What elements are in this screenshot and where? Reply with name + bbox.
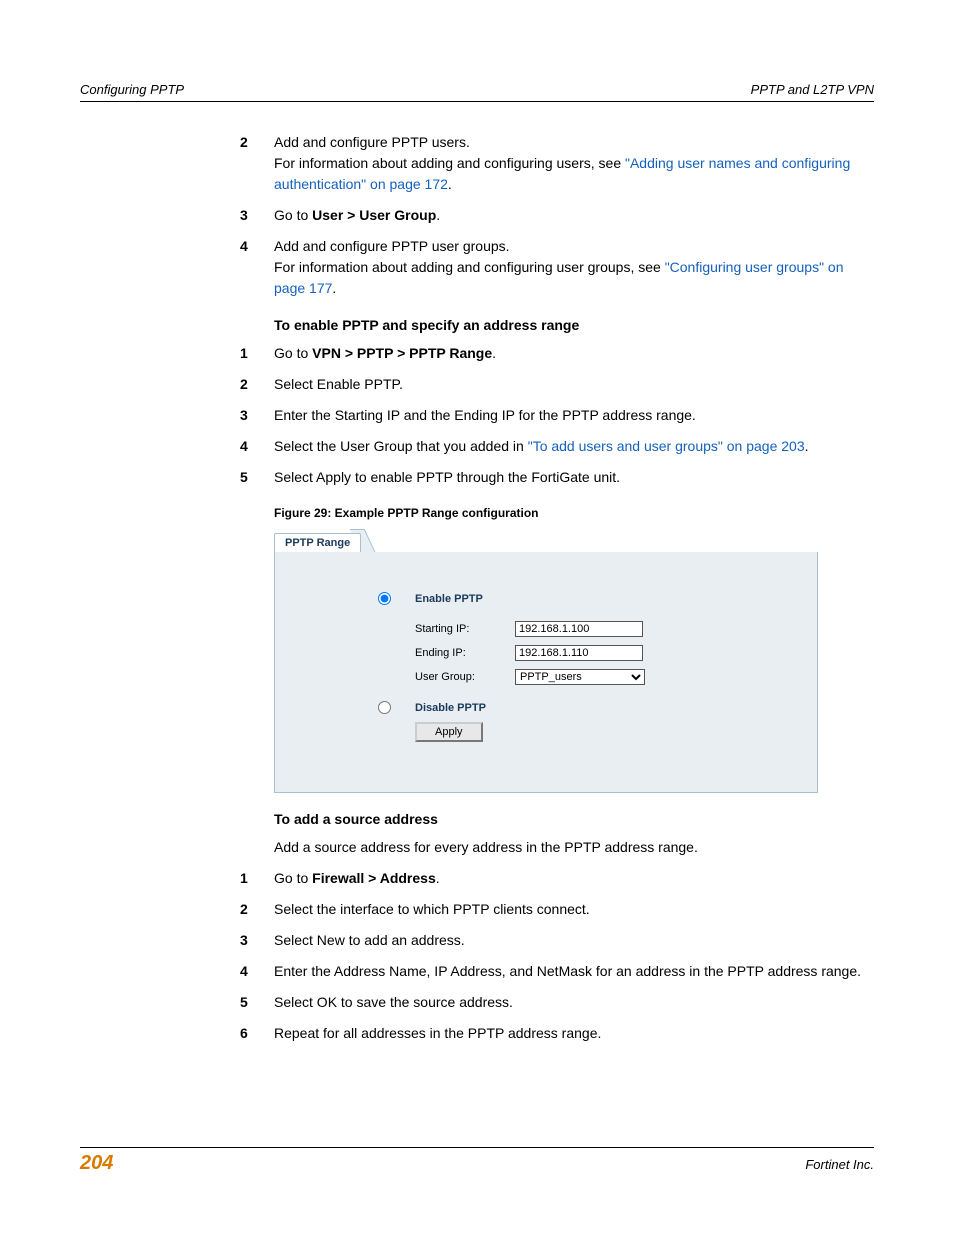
step-number: 6 [240, 1023, 274, 1044]
cross-reference-link[interactable]: "Adding user names and configuring authe… [274, 155, 850, 192]
step: 6Repeat for all addresses in the PPTP ad… [240, 1023, 874, 1044]
bold-text: Firewall > Address [312, 870, 436, 886]
step-body: Repeat for all addresses in the PPTP add… [274, 1023, 874, 1044]
subheading-add-source: To add a source address [274, 811, 874, 827]
step: 1Go to VPN > PPTP > PPTP Range. [240, 343, 874, 364]
step-body: Select the User Group that you added in … [274, 436, 874, 457]
figure-pptp-range: PPTP Range Enable PPTP Starting IP: [274, 528, 818, 793]
step-body: Enter the Starting IP and the Ending IP … [274, 405, 874, 426]
page-footer: 204 Fortinet Inc. [80, 1147, 874, 1175]
step-number: 2 [240, 374, 274, 395]
step-number: 4 [240, 236, 274, 257]
step: 5Select Apply to enable PPTP through the… [240, 467, 874, 488]
radio-enable-pptp[interactable] [378, 592, 391, 605]
cross-reference-link[interactable]: "To add users and user groups" on page 2… [528, 438, 805, 454]
step-number: 2 [240, 899, 274, 920]
label-ending-ip: Ending IP: [415, 647, 515, 659]
step: 3Enter the Starting IP and the Ending IP… [240, 405, 874, 426]
step-number: 4 [240, 961, 274, 982]
intro-add-source: Add a source address for every address i… [274, 837, 874, 858]
page-header: Configuring PPTP PPTP and L2TP VPN [80, 82, 874, 102]
apply-button[interactable]: Apply [415, 722, 483, 742]
step: 2Select the interface to which PPTP clie… [240, 899, 874, 920]
step-number: 4 [240, 436, 274, 457]
step-body: Add and configure PPTP user groups.For i… [274, 236, 874, 299]
header-left: Configuring PPTP [80, 82, 184, 97]
page-number: 204 [80, 1152, 113, 1175]
step-number: 3 [240, 205, 274, 226]
step: 3Go to User > User Group. [240, 205, 874, 226]
label-disable-pptp: Disable PPTP [415, 702, 515, 714]
radio-disable-pptp[interactable] [378, 701, 391, 714]
step-body: Go to Firewall > Address. [274, 868, 874, 889]
step-number: 1 [240, 343, 274, 364]
step: 2Select Enable PPTP. [240, 374, 874, 395]
step-number: 1 [240, 868, 274, 889]
step: 1Go to Firewall > Address. [240, 868, 874, 889]
step-body: Select Apply to enable PPTP through the … [274, 467, 874, 488]
step: 4Enter the Address Name, IP Address, and… [240, 961, 874, 982]
bold-text: User > User Group [312, 207, 436, 223]
bold-text: VPN > PPTP > PPTP Range [312, 345, 492, 361]
label-user-group: User Group: [415, 671, 515, 683]
step: 4Add and configure PPTP user groups.For … [240, 236, 874, 299]
step-body: Enter the Address Name, IP Address, and … [274, 961, 874, 982]
figure-caption: Figure 29: Example PPTP Range configurat… [274, 506, 874, 520]
step-number: 3 [240, 930, 274, 951]
input-starting-ip[interactable] [515, 621, 643, 637]
step-body: Go to VPN > PPTP > PPTP Range. [274, 343, 874, 364]
step-number: 5 [240, 467, 274, 488]
tab-pptp-range[interactable]: PPTP Range [274, 533, 361, 552]
step-body: Select New to add an address. [274, 930, 874, 951]
label-starting-ip: Starting IP: [415, 623, 515, 635]
cross-reference-link[interactable]: "Configuring user groups" on page 177 [274, 259, 844, 296]
select-user-group[interactable]: PPTP_users [515, 669, 645, 685]
step-body: Add and configure PPTP users.For informa… [274, 132, 874, 195]
subheading-enable-pptp: To enable PPTP and specify an address ra… [274, 317, 874, 333]
step-body: Select the interface to which PPTP clien… [274, 899, 874, 920]
step: 4Select the User Group that you added in… [240, 436, 874, 457]
step: 2Add and configure PPTP users.For inform… [240, 132, 874, 195]
step-number: 3 [240, 405, 274, 426]
input-ending-ip[interactable] [515, 645, 643, 661]
step-body: Select Enable PPTP. [274, 374, 874, 395]
label-enable-pptp: Enable PPTP [415, 593, 515, 605]
header-right: PPTP and L2TP VPN [751, 82, 874, 97]
step: 5Select OK to save the source address. [240, 992, 874, 1013]
step-number: 5 [240, 992, 274, 1013]
footer-right: Fortinet Inc. [805, 1157, 874, 1172]
step-body: Select OK to save the source address. [274, 992, 874, 1013]
step-body: Go to User > User Group. [274, 205, 874, 226]
step: 3Select New to add an address. [240, 930, 874, 951]
step-number: 2 [240, 132, 274, 153]
